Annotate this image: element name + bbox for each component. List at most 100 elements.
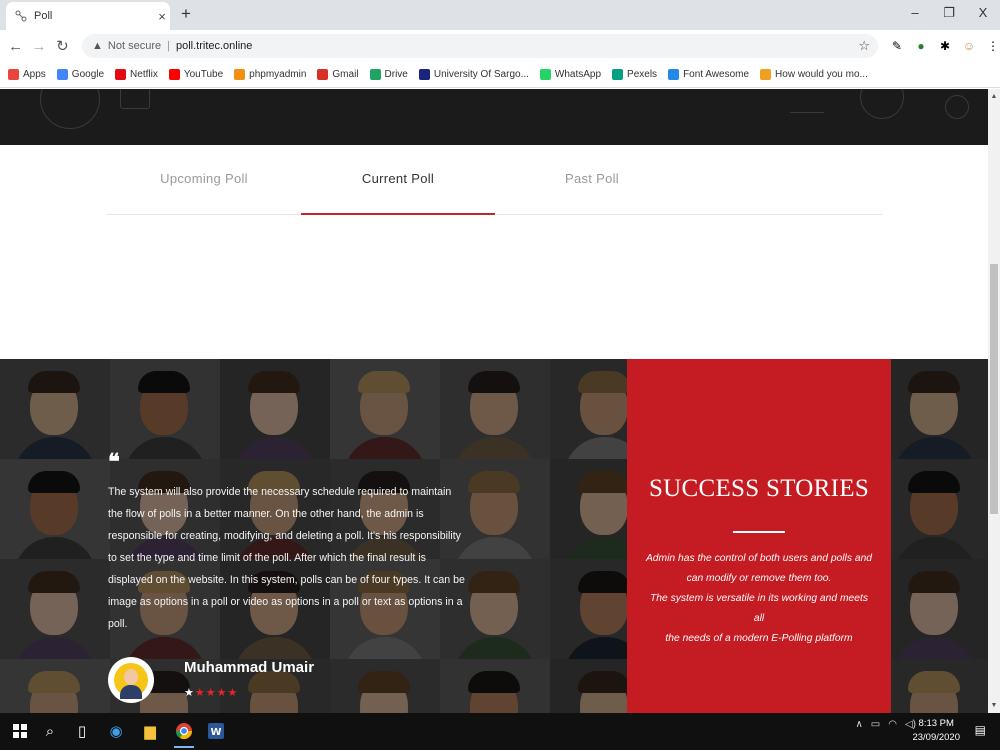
edge-browser-icon[interactable]: ◉ [104,719,128,743]
author-name: Muhammad Umair [184,659,315,676]
gmail-icon [317,69,329,80]
success-description: Admin has the control of both users and … [627,549,891,649]
book-doodle [120,89,150,109]
bookmark-item[interactable]: How would you mo... [760,69,868,80]
tab-past-poll[interactable]: Past Poll [495,145,689,215]
success-stories-panel: SUCCESS STORIES Admin has the control of… [627,359,891,713]
bookmark-item[interactable]: Pexels [612,69,657,80]
success-line: Admin has the control of both users and … [645,553,873,564]
bookmark-label: Apps [23,69,46,80]
star-icon: ★ [216,687,228,699]
drive-icon [369,69,381,80]
chevron-up-icon[interactable]: ∧ [855,719,862,730]
star-icon: ★ [194,687,206,699]
bookmark-item[interactable]: University Of Sargo... [418,69,529,80]
success-line: can modify or remove them too. [686,573,832,584]
bookmark-item[interactable]: Apps [8,69,46,80]
minimize-button[interactable]: – [898,0,932,30]
phpmyadmin-icon [234,69,246,80]
tab-upcoming-poll[interactable]: Upcoming Poll [107,145,301,215]
wifi-icon[interactable]: ◠ [888,719,897,730]
tab-title: Poll [34,10,53,22]
star-icon: ★ [205,687,217,699]
omnibox[interactable]: ▲ Not secure | poll.tritec.online ☆ [82,34,878,58]
clock-date: 23/09/2020 [912,732,960,743]
bookmark-item[interactable]: Netflix [115,69,158,80]
testimonial-author: Muhammad Umair ★★★★★ [108,657,314,703]
reload-icon[interactable]: ↻ [51,37,74,55]
search-icon[interactable]: ⌕ [38,719,62,743]
clock[interactable]: 8:13 PM 23/09/2020 [912,717,960,745]
window-controls: – ❐ X [898,0,1000,30]
warning-icon[interactable]: ▲ [92,40,103,52]
chrome-icon[interactable] [172,719,196,748]
bookmark-label: WhatsApp [554,69,602,80]
extensions-area: ✎ ● ✱ ☺ ⋮ [890,39,1000,53]
bookmark-item[interactable]: Gmail [317,69,359,80]
testimonial-text: The system will also provide the necessa… [108,486,465,630]
windows-taskbar: ⌕ ▯ ◉ ▆ W ∧ ▭ ◠ ◁) 8:13 PM 23/09/2020 ▤ [0,713,1000,750]
bookmark-label: Google [71,69,105,80]
url-separator: | [167,40,170,52]
security-label: Not secure [107,40,162,52]
bookmark-label: University Of Sargo... [433,69,529,80]
url-text[interactable]: poll.tritec.online [176,40,252,52]
bookmark-page-icon [760,69,772,80]
tab-close-icon[interactable]: × [154,9,170,24]
bookmark-item[interactable]: WhatsApp [539,69,602,80]
university-icon [418,69,430,80]
bookmark-item[interactable]: phpmyadmin [234,69,306,80]
task-view-icon[interactable]: ▯ [70,719,94,743]
avatar [108,657,154,703]
bookmark-label: Font Awesome [683,69,750,80]
browser-tab-poll[interactable]: Poll × [6,2,170,30]
tab-current-poll[interactable]: Current Poll [301,145,495,215]
notification-icon[interactable]: ▤ [975,723,986,737]
file-explorer-icon[interactable]: ▆ [138,719,162,743]
address-bar-row: ← → ↻ ▲ Not secure | poll.tritec.online … [0,30,1000,62]
bookmark-star-icon[interactable]: ☆ [858,38,870,54]
restore-button[interactable]: ❐ [932,0,966,30]
bookmark-item[interactable]: Drive [369,69,408,80]
clock-doodle [860,89,904,119]
windows-start-icon[interactable] [8,719,32,743]
new-tab-button[interactable]: + [176,4,196,24]
close-window-button[interactable]: X [966,0,1000,30]
bookmark-label: Pexels [627,69,658,80]
page-scrollbar[interactable]: ▲ ▼ [988,89,1000,713]
bookmark-label: Drive [384,69,408,80]
bookmark-item[interactable]: Font Awesome [668,69,749,80]
netflix-icon [115,69,127,80]
globe-extension-icon[interactable]: ● [914,39,928,53]
clock-time: 8:13 PM [918,718,954,729]
scroll-up-arrow-icon[interactable]: ▲ [988,93,1000,100]
whatsapp-icon [539,69,551,80]
poll-favicon-icon [14,9,28,23]
google-icon [56,69,68,80]
scrollbar-thumb[interactable] [990,264,998,514]
forward-arrow-icon[interactable]: → [27,38,50,55]
youtube-icon [168,69,180,80]
eyedropper-extension-icon[interactable]: ✎ [890,39,904,53]
menu-kebab-icon[interactable]: ⋮ [986,39,1000,53]
rating-stars: ★★★★★ [184,686,314,699]
star-icon: ★ [184,687,195,699]
puzzle-extensions-icon[interactable]: ✱ [938,39,952,53]
browser-tab-bar: Poll × + – ❐ X [0,0,1000,30]
triangle-doodle [790,89,824,113]
profile-avatar-icon[interactable]: ☺ [962,39,976,53]
bookmark-label: Gmail [332,69,359,80]
bookmarks-bar: Apps Google Netflix YouTube phpmyadmin Gmail D… [0,62,1000,88]
word-icon[interactable]: W [204,719,228,743]
scroll-down-arrow-icon[interactable]: ▼ [988,702,1000,709]
bookmark-item[interactable]: YouTube [168,69,224,80]
success-stories-section: ❝ The system will also provide the neces… [0,359,988,713]
back-arrow-icon[interactable]: ← [4,38,27,55]
apps-grid-icon [8,69,19,80]
bookmark-item[interactable]: Google [56,69,105,80]
bookmark-label: How would you mo... [775,69,868,80]
battery-icon[interactable]: ▭ [871,719,880,730]
star-icon: ★ [227,687,239,699]
bookmark-label: YouTube [183,69,224,80]
hero-banner [0,89,988,145]
